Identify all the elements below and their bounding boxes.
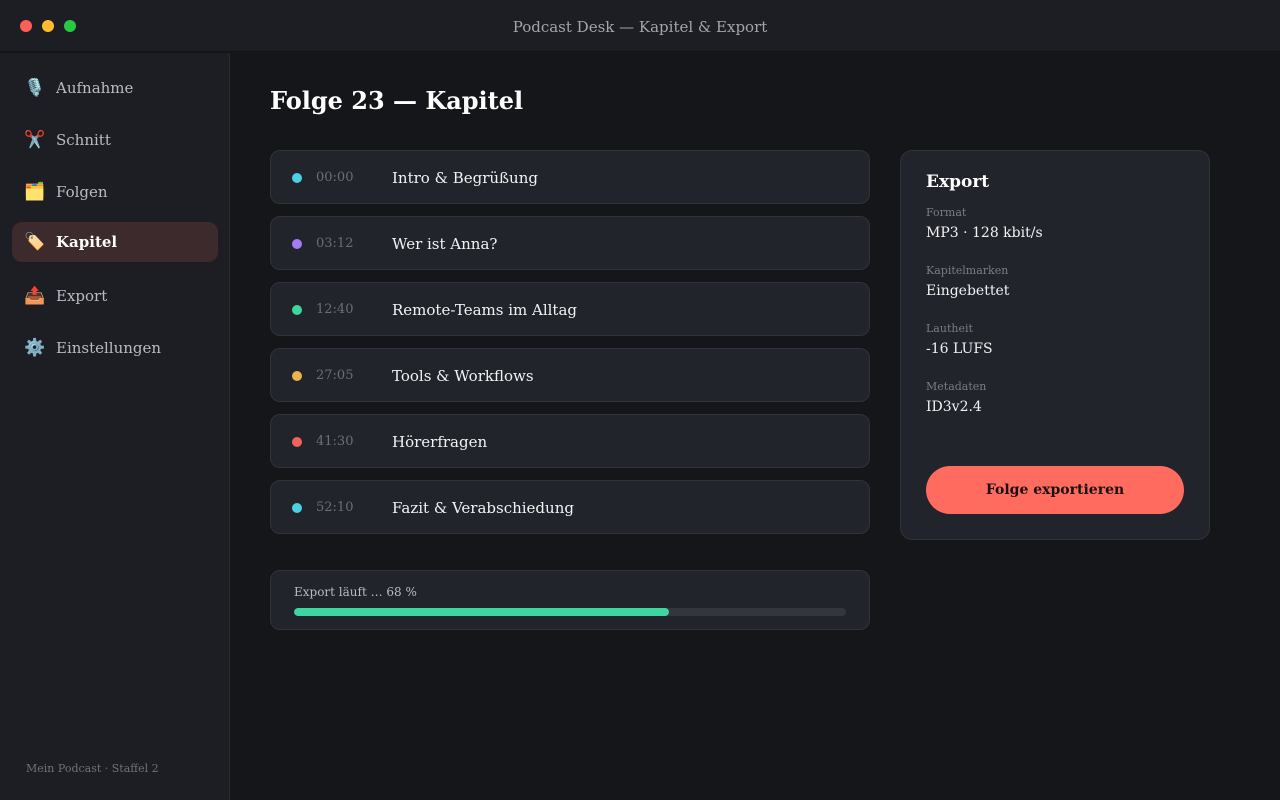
chapter-row[interactable]: 00:00 Intro & Begrüßung — [270, 150, 870, 204]
sidebar-item-aufnahme[interactable]: 🎙️ Aufnahme — [12, 68, 218, 108]
chapter-row[interactable]: 03:12 Wer ist Anna? — [270, 216, 870, 270]
export-panel-title: Export — [926, 172, 990, 192]
window-title: Podcast Desk — Kapitel & Export — [512, 18, 768, 36]
sidebar-item-export[interactable]: 📤 Export — [12, 276, 218, 316]
outbox-icon: 📤 — [24, 286, 46, 306]
chapter-color-dot — [292, 305, 302, 315]
title-bar: Podcast Desk — Kapitel & Export — [0, 0, 1280, 52]
page-title: Folge 23 — Kapitel — [270, 86, 524, 115]
export-episode-button[interactable]: Folge exportieren — [926, 466, 1184, 514]
progress-fill — [294, 608, 670, 616]
sidebar-item-label: Export — [56, 287, 108, 305]
metadata-label: Metadaten — [926, 380, 987, 393]
sidebar-item-label: Einstellungen — [56, 339, 162, 357]
chapter-color-dot — [292, 371, 302, 381]
metadata-value: ID3v2.4 — [926, 399, 982, 415]
chapter-title: Tools & Workflows — [392, 367, 534, 385]
export-progress-card: Export läuft … 68 % — [270, 570, 870, 630]
loudness-label: Lautheit — [926, 322, 973, 335]
chapter-row[interactable]: 41:30 Hörerfragen — [270, 414, 870, 468]
sidebar-item-einstellungen[interactable]: ⚙️ Einstellungen — [12, 328, 218, 368]
sidebar-item-label: Schnitt — [56, 131, 111, 149]
sidebar-item-folgen[interactable]: 🗂️ Folgen — [12, 172, 218, 212]
loudness-value: -16 LUFS — [926, 341, 993, 357]
sidebar-item-label: Kapitel — [56, 233, 118, 251]
export-panel: Export Format MP3 · 128 kbit/s Kapitelma… — [900, 150, 1210, 540]
chapter-row[interactable]: 52:10 Fazit & Verabschiedung — [270, 480, 870, 534]
chapter-time: 27:05 — [316, 368, 354, 383]
chapter-markers-value: Eingebettet — [926, 283, 1010, 299]
sidebar-item-label: Aufnahme — [56, 79, 134, 97]
microphone-icon: 🎙️ — [24, 78, 46, 98]
sidebar-footer: Mein Podcast · Staffel 2 — [26, 762, 159, 775]
chapter-time: 52:10 — [316, 500, 354, 515]
chapter-row[interactable]: 12:40 Remote-Teams im Alltag — [270, 282, 870, 336]
folder-icon: 🗂️ — [24, 182, 46, 202]
chapter-title: Fazit & Verabschiedung — [392, 499, 574, 517]
chapter-title: Remote-Teams im Alltag — [392, 301, 578, 319]
scissors-icon: ✂️ — [24, 130, 46, 150]
chapter-time: 00:00 — [316, 170, 354, 185]
progress-label: Export läuft … 68 % — [294, 585, 417, 599]
sidebar-item-schnitt[interactable]: ✂️ Schnitt — [12, 120, 218, 160]
format-value: MP3 · 128 kbit/s — [926, 225, 1043, 241]
chapter-color-dot — [292, 503, 302, 513]
format-label: Format — [926, 206, 967, 219]
chapter-row[interactable]: 27:05 Tools & Workflows — [270, 348, 870, 402]
sidebar: 🎙️ Aufnahme ✂️ Schnitt 🗂️ Folgen 🏷️ Kapi… — [0, 53, 230, 800]
chapter-time: 03:12 — [316, 236, 354, 251]
chapter-markers-label: Kapitelmarken — [926, 264, 1009, 277]
chapter-title: Intro & Begrüßung — [392, 169, 538, 187]
gear-icon: ⚙️ — [24, 338, 46, 358]
tag-icon: 🏷️ — [24, 232, 46, 252]
chapter-color-dot — [292, 437, 302, 447]
sidebar-item-label: Folgen — [56, 183, 108, 201]
chapter-title: Hörerfragen — [392, 433, 488, 451]
chapter-time: 41:30 — [316, 434, 354, 449]
chapter-color-dot — [292, 173, 302, 183]
chapter-time: 12:40 — [316, 302, 354, 317]
chapter-color-dot — [292, 239, 302, 249]
progress-track — [294, 608, 846, 616]
sidebar-item-kapitel[interactable]: 🏷️ Kapitel — [12, 222, 218, 262]
chapter-title: Wer ist Anna? — [392, 235, 498, 253]
